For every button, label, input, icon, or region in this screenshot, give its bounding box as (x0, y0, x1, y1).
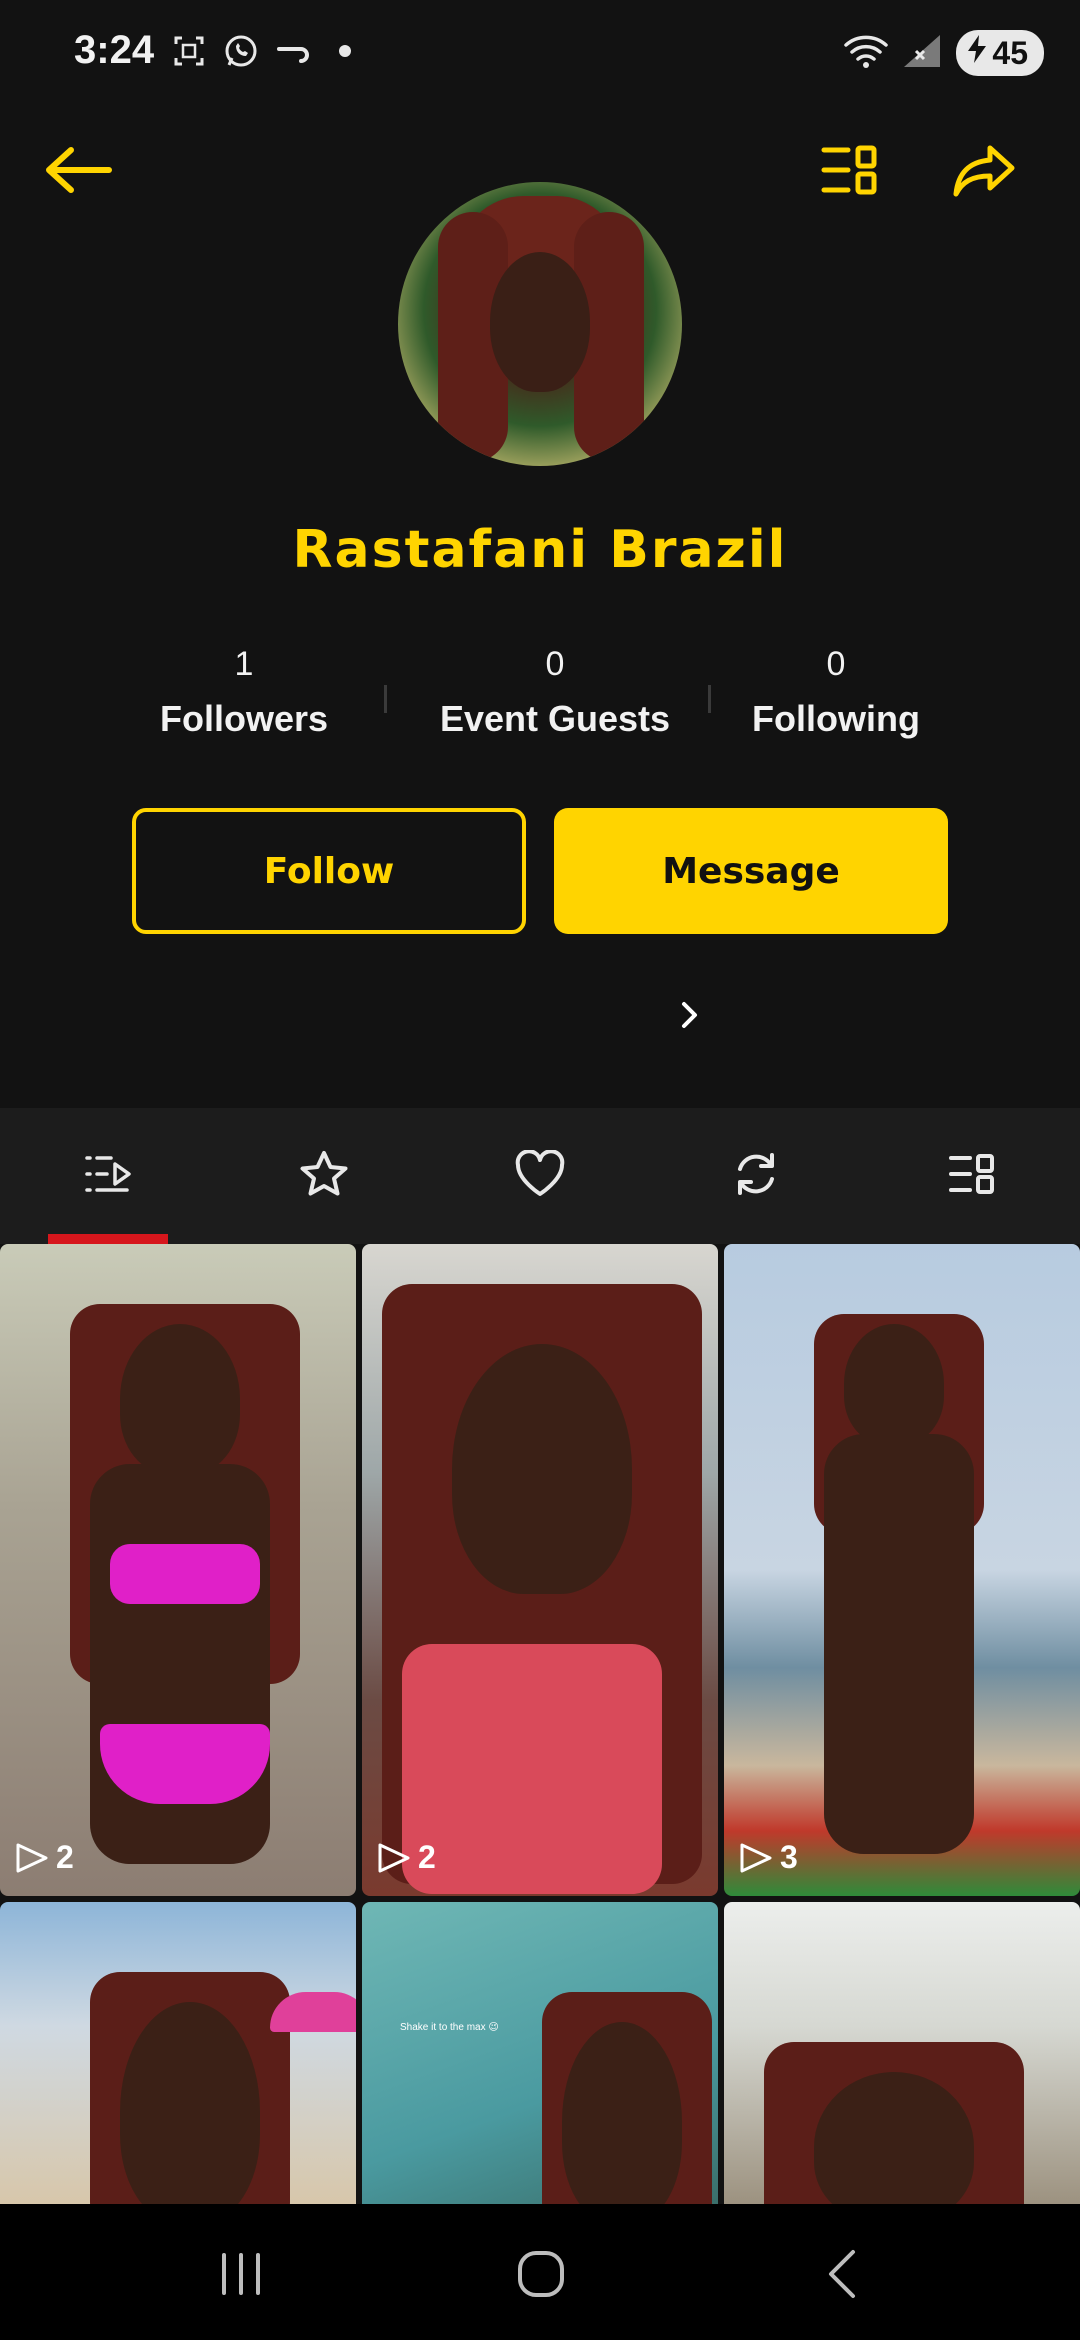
stat-value: 0 (826, 645, 846, 683)
battery-indicator: 45 (956, 30, 1044, 76)
chevron-right-icon (682, 1002, 697, 1028)
profile-name: Rastafani Brazil (292, 520, 788, 580)
dot-icon (326, 32, 364, 70)
stat-following[interactable]: 0 Following (746, 645, 926, 740)
play-count-value: 2 (56, 1839, 74, 1875)
tab-reposts[interactable] (718, 1136, 794, 1212)
recent-apps-icon (222, 2253, 260, 2295)
share-arrow-icon (953, 145, 1015, 197)
stat-value: 0 (545, 645, 565, 683)
home-icon (518, 2251, 564, 2297)
star-icon (300, 1151, 348, 1196)
missed-call-icon (274, 32, 312, 70)
status-right: 45 (844, 30, 1044, 76)
battery-level: 45 (992, 34, 1028, 71)
status-bar: 3:24 45 (0, 0, 1080, 110)
stat-label: Followers (159, 698, 329, 739)
play-count: 2 (376, 1839, 436, 1876)
video-thumbnail[interactable]: 2 (0, 1244, 356, 1896)
stat-followers[interactable]: 1 Followers (144, 645, 344, 740)
notification-icons (170, 32, 364, 70)
refresh-icon (738, 1153, 774, 1195)
video-thumbnail[interactable] (0, 1902, 356, 2204)
video-thumbnail[interactable]: Shake it to the max 😉 (362, 1902, 718, 2204)
video-thumbnail[interactable]: 2 (362, 1244, 718, 1896)
play-count: 2 (14, 1839, 74, 1876)
message-button[interactable]: Message (554, 808, 948, 934)
system-nav-bar (0, 2204, 1080, 2340)
play-icon (740, 1843, 772, 1872)
video-grid: 2 2 3 Shake it to the max 😉 (0, 1244, 1080, 2204)
tab-favorites[interactable] (286, 1136, 362, 1212)
active-tab-indicator (48, 1234, 168, 1244)
list-grid-icon (821, 145, 877, 195)
video-thumbnail[interactable]: 3 (724, 1244, 1080, 1896)
video-caption: Shake it to the max 😉 (400, 2022, 499, 2033)
list-grid-icon (949, 1154, 994, 1194)
tab-videos[interactable] (70, 1136, 146, 1212)
arrow-left-icon (46, 147, 112, 193)
charging-bolt-icon (966, 34, 988, 72)
expand-bio-button[interactable] (660, 990, 720, 1040)
play-icon (378, 1843, 410, 1872)
stat-label: Following (752, 698, 920, 739)
screenshot-icon (170, 32, 208, 70)
play-count: 3 (738, 1839, 798, 1876)
stat-event-guests[interactable]: 0 Event Guests (430, 645, 680, 740)
recent-apps-button[interactable] (196, 2234, 286, 2314)
wifi-icon (844, 33, 889, 74)
follow-button[interactable]: Follow (132, 808, 526, 934)
profile-stats: 1 Followers 0 Event Guests 0 Following (0, 645, 1080, 755)
content-tabbar (0, 1108, 1080, 1244)
whatsapp-icon (222, 32, 260, 70)
menu-button[interactable] (810, 130, 890, 210)
video-thumbnail[interactable] (724, 1902, 1080, 2204)
back-nav-button[interactable] (796, 2234, 886, 2314)
home-button[interactable] (496, 2234, 586, 2314)
play-count-value: 2 (418, 1839, 436, 1875)
back-chevron-icon (829, 2250, 855, 2298)
avatar[interactable] (398, 182, 682, 466)
heart-icon (515, 1150, 565, 1196)
tab-likes[interactable] (502, 1136, 578, 1212)
signal-icon (902, 33, 942, 74)
play-icon (16, 1843, 48, 1872)
tab-collections[interactable] (934, 1136, 1010, 1212)
stat-divider (384, 685, 387, 713)
stat-divider (708, 685, 711, 713)
stat-label: Event Guests (439, 698, 671, 739)
status-time: 3:24 (74, 28, 155, 72)
back-button[interactable] (38, 130, 118, 210)
list-play-icon (85, 1156, 131, 1192)
stat-value: 1 (234, 645, 254, 683)
share-button[interactable] (944, 130, 1024, 210)
play-count-value: 3 (780, 1839, 798, 1875)
